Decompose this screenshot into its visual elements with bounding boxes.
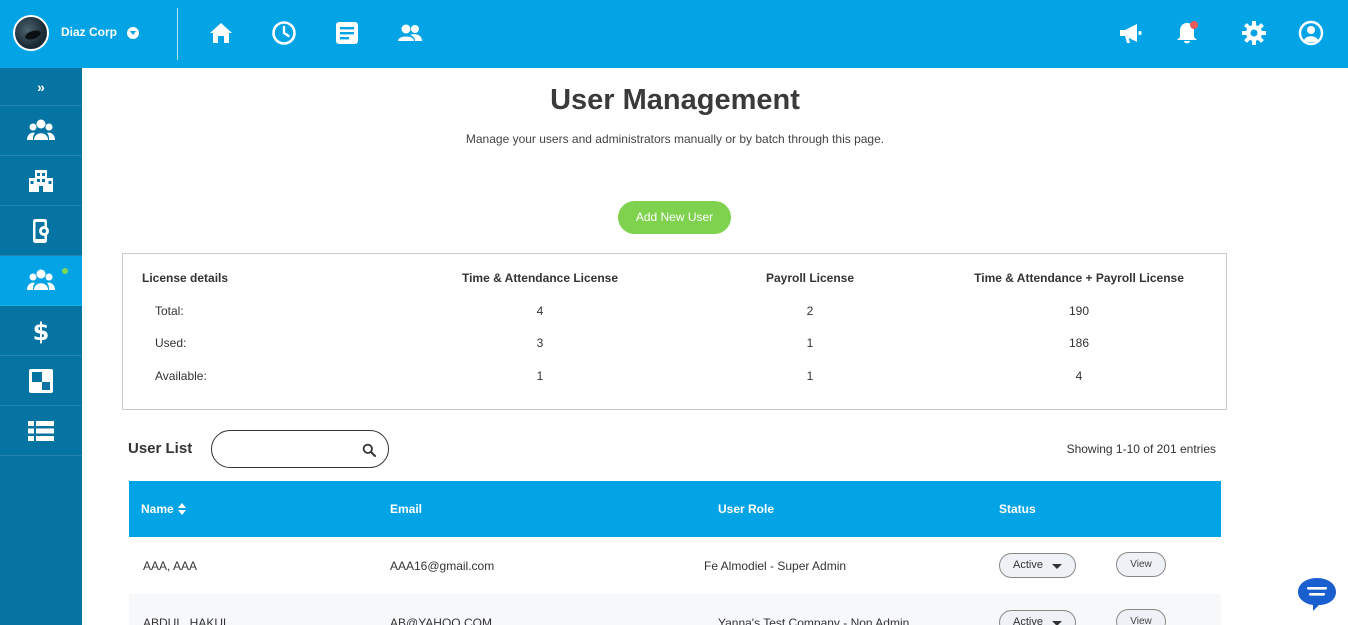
bell-icon[interactable] bbox=[1173, 19, 1201, 47]
status-value: Active bbox=[1013, 559, 1043, 571]
license-value: 2 bbox=[806, 304, 814, 318]
license-value: 1 bbox=[806, 336, 814, 350]
page-subtitle: Manage your users and administrators man… bbox=[465, 132, 885, 146]
document-icon[interactable] bbox=[333, 19, 361, 47]
user-name: AAA, AAA bbox=[143, 559, 198, 573]
dollar-icon: $ bbox=[33, 318, 50, 344]
license-row-label: Used: bbox=[155, 336, 187, 350]
status-value: Active bbox=[1013, 616, 1043, 625]
license-value: 1 bbox=[806, 369, 814, 383]
chevron-down-icon[interactable] bbox=[127, 27, 139, 39]
column-header-user-role: User Role bbox=[718, 502, 775, 516]
add-new-user-button[interactable]: Add New User bbox=[618, 201, 731, 234]
clock-icon[interactable] bbox=[270, 19, 298, 47]
search-box[interactable] bbox=[211, 430, 389, 468]
user-management-icon bbox=[27, 269, 55, 290]
column-header-email: Email bbox=[390, 502, 423, 516]
column-header-name[interactable]: Name bbox=[141, 502, 187, 517]
list-icon bbox=[28, 421, 54, 441]
license-value: 4 bbox=[536, 304, 544, 318]
table-row: ABDUL, HAKUL AB@YAHOO.COM Yanna's Test C… bbox=[129, 594, 1221, 625]
entries-count: Showing 1-10 of 201 entries bbox=[1066, 442, 1216, 456]
users-icon[interactable] bbox=[396, 19, 424, 47]
column-header-name-label: Name bbox=[141, 502, 174, 516]
caret-down-icon bbox=[1052, 621, 1062, 625]
license-header-ta-payroll: Time & Attendance + Payroll License bbox=[974, 271, 1184, 285]
megaphone-icon[interactable] bbox=[1116, 19, 1144, 47]
sidebar-item-payroll[interactable]: $ bbox=[0, 306, 82, 356]
gear-icon[interactable] bbox=[1240, 19, 1268, 47]
user-name: ABDUL, HAKUL bbox=[143, 616, 230, 625]
active-indicator-dot bbox=[62, 268, 68, 274]
top-divider bbox=[177, 8, 178, 60]
sidebar: » $ bbox=[0, 68, 82, 625]
license-value: 190 bbox=[1068, 304, 1090, 318]
license-header-payroll: Payroll License bbox=[765, 271, 855, 285]
search-icon[interactable] bbox=[362, 443, 376, 457]
sidebar-item-reports[interactable] bbox=[0, 406, 82, 456]
license-value: 3 bbox=[536, 336, 544, 350]
group-icon bbox=[27, 119, 55, 140]
sidebar-item-groups[interactable] bbox=[0, 106, 82, 156]
user-role: Fe Almodiel - Super Admin bbox=[704, 559, 847, 573]
column-header-status: Status bbox=[999, 502, 1036, 516]
mobile-settings-icon bbox=[33, 219, 49, 243]
license-value: 186 bbox=[1068, 336, 1090, 350]
svg-text:$: $ bbox=[33, 318, 50, 344]
status-dropdown[interactable]: Active bbox=[999, 610, 1076, 625]
chat-icon[interactable] bbox=[1297, 576, 1337, 612]
view-button[interactable]: View bbox=[1116, 609, 1166, 625]
license-header-ta: Time & Attendance License bbox=[461, 271, 619, 285]
user-list-label: User List bbox=[128, 440, 193, 457]
user-email: AAA16@gmail.com bbox=[390, 559, 495, 573]
sidebar-item-devices[interactable] bbox=[0, 206, 82, 256]
page-title: User Management bbox=[550, 84, 800, 116]
view-button[interactable]: View bbox=[1116, 552, 1166, 577]
status-dropdown[interactable]: Active bbox=[999, 553, 1076, 578]
license-row-label: Total: bbox=[155, 304, 184, 318]
account-icon[interactable] bbox=[1297, 19, 1325, 47]
caret-down-icon bbox=[1052, 564, 1062, 569]
user-email: AB@YAHOO.COM bbox=[390, 616, 492, 625]
license-header-details: License details bbox=[142, 271, 229, 285]
user-role: Yanna's Test Company - Non Admin bbox=[718, 616, 910, 625]
sidebar-item-user-management[interactable] bbox=[0, 256, 82, 306]
sidebar-item-company[interactable] bbox=[0, 156, 82, 206]
sidebar-toggle-icon[interactable]: » bbox=[0, 68, 82, 106]
sidebar-item-widgets[interactable] bbox=[0, 356, 82, 406]
license-value: 4 bbox=[1075, 369, 1083, 383]
license-value: 1 bbox=[536, 369, 544, 383]
search-input[interactable] bbox=[226, 440, 361, 458]
building-icon bbox=[29, 170, 53, 192]
user-table-header: Name Email User Role Status bbox=[129, 481, 1221, 537]
company-name[interactable]: Diaz Corp bbox=[61, 25, 117, 39]
table-row: AAA, AAA AAA16@gmail.com Fe Almodiel - S… bbox=[129, 537, 1221, 594]
home-icon[interactable] bbox=[207, 19, 235, 47]
squares-icon bbox=[29, 369, 53, 393]
top-bar: Diaz Corp bbox=[0, 0, 1348, 68]
sort-icon[interactable] bbox=[177, 502, 187, 517]
license-row-label: Available: bbox=[155, 369, 207, 383]
company-avatar[interactable] bbox=[13, 15, 49, 51]
license-details-panel: License details Time & Attendance Licens… bbox=[122, 253, 1227, 410]
